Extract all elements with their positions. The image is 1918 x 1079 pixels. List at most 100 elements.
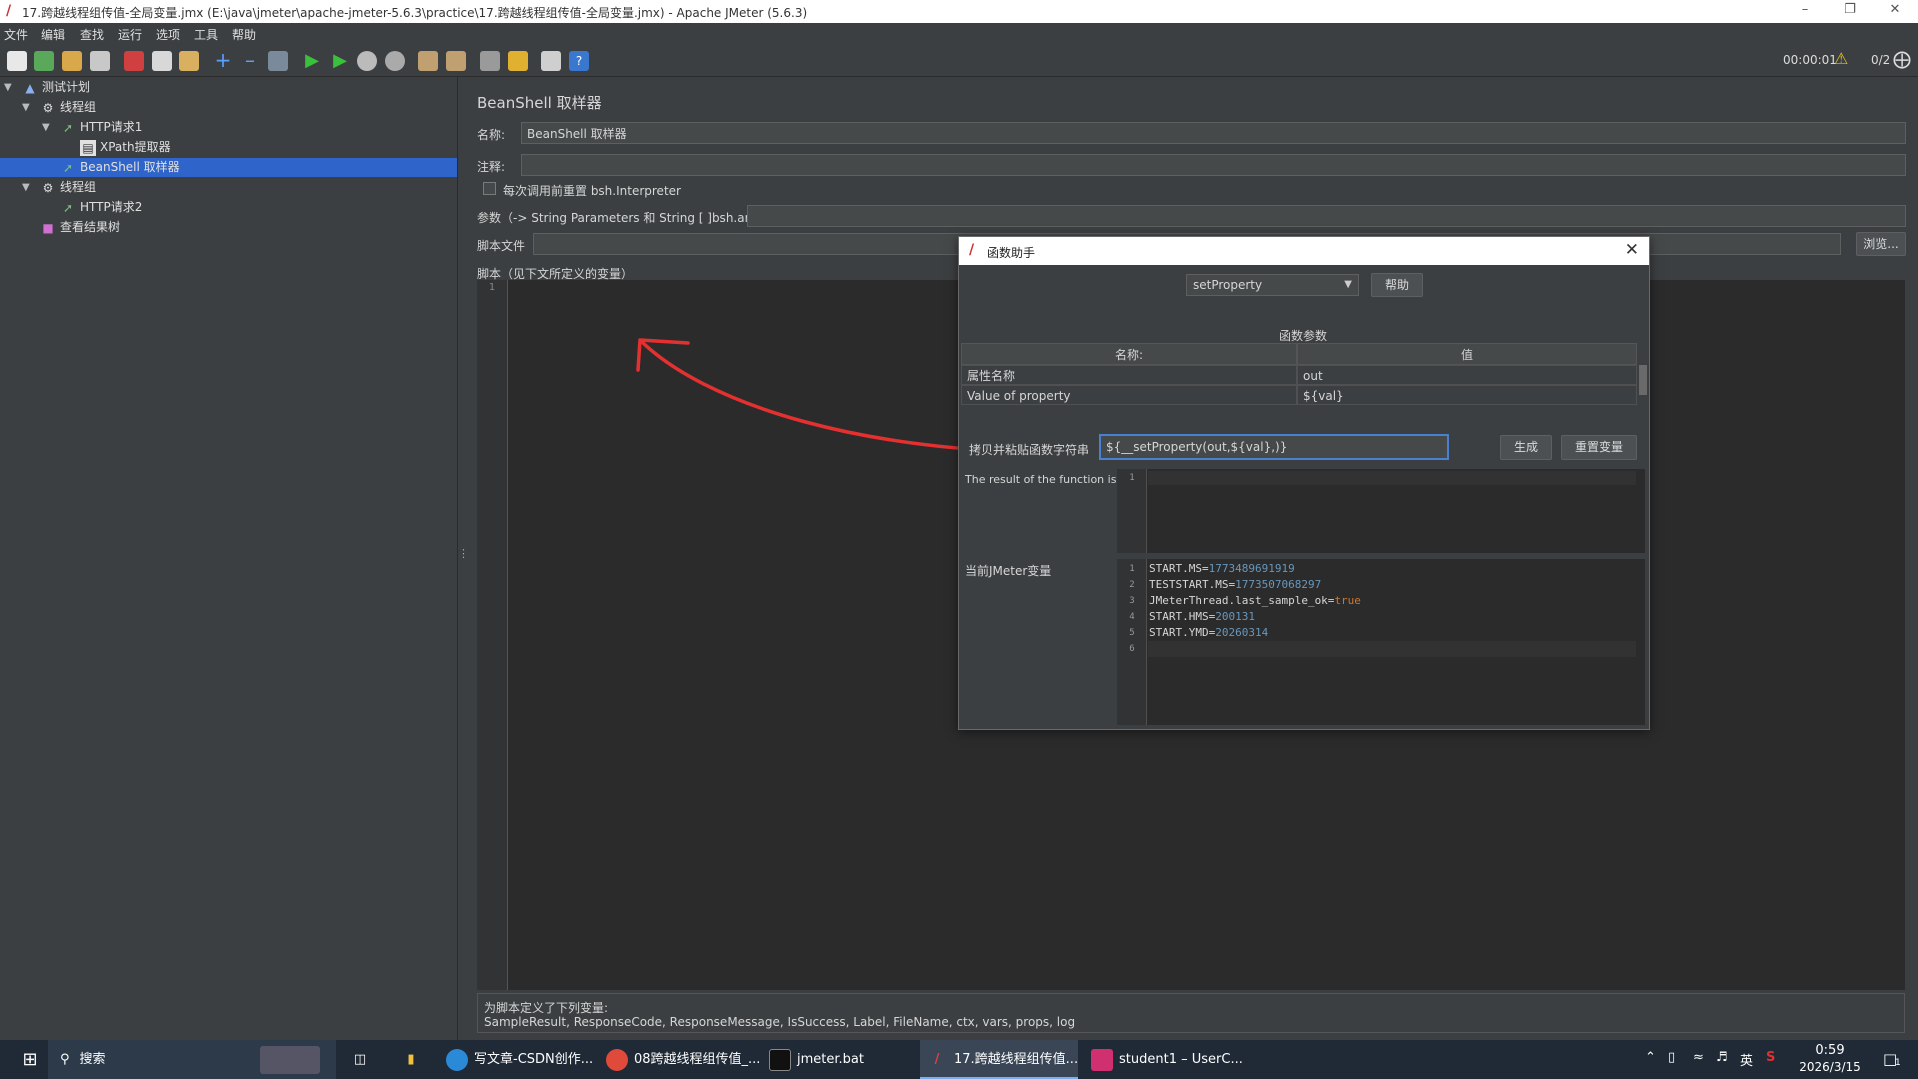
tree-item-test-plan[interactable]: ▲ 测试计划 xyxy=(22,78,90,97)
menu-tools[interactable]: 工具 xyxy=(194,26,218,43)
browse-button[interactable]: 浏览... xyxy=(1856,232,1906,256)
chevron-up-icon[interactable]: ⌃ xyxy=(1645,1050,1656,1065)
chevron-down-icon[interactable]: ▼ xyxy=(42,122,50,133)
split-pane-divider[interactable]: ⋮ xyxy=(457,77,469,1040)
file-explorer-icon[interactable]: ▮ xyxy=(398,1040,424,1079)
var-value: 1773507068297 xyxy=(1235,578,1322,591)
params-field[interactable] xyxy=(747,205,1906,227)
binoculars-icon[interactable] xyxy=(480,51,500,71)
function-helper-dialog: / 函数助手 ✕ setProperty ▼ 帮助 函数参数 名称: 值 属性名… xyxy=(958,236,1650,730)
help-icon[interactable]: ? xyxy=(569,51,589,71)
expand-icon[interactable]: + xyxy=(213,50,233,71)
save-icon[interactable] xyxy=(90,51,110,71)
start-icon[interactable]: ▶ xyxy=(302,51,322,71)
function-string-field[interactable]: ${__setProperty(out,${val},)} xyxy=(1099,434,1449,460)
start-no-pause-icon[interactable]: ▶ xyxy=(330,51,350,71)
paste-icon[interactable] xyxy=(179,51,199,71)
var-key: START.YMD= xyxy=(1149,626,1216,639)
param-value-cell[interactable]: out xyxy=(1297,365,1637,385)
gear-icon: ⚙ xyxy=(42,100,54,115)
menu-file[interactable]: 文件 xyxy=(4,26,28,43)
warning-icon[interactable]: ⚠ xyxy=(1834,49,1848,68)
ime-indicator[interactable]: 英 xyxy=(1740,1050,1753,1069)
windows-start-icon[interactable]: ⊞ xyxy=(12,1040,48,1079)
clock-time[interactable]: 0:59 xyxy=(1795,1043,1865,1058)
sogou-icon[interactable]: S xyxy=(1766,1050,1775,1065)
tree-item-thread-group-1[interactable]: ⚙ 线程组 xyxy=(40,98,96,117)
close-window-button[interactable]: ✕ xyxy=(1880,2,1910,17)
wifi-icon[interactable]: ≈ xyxy=(1693,1050,1704,1065)
shutdown-icon[interactable] xyxy=(385,51,405,71)
open-icon[interactable] xyxy=(62,51,82,71)
terminal-icon xyxy=(769,1048,791,1071)
tree-item-http-request-1[interactable]: ➚ HTTP请求1 xyxy=(60,118,142,137)
chrome-icon xyxy=(606,1048,628,1071)
chevron-down-icon: ▼ xyxy=(1344,279,1352,290)
app-label: 08跨越线程组传值_... xyxy=(634,1052,761,1067)
menu-search[interactable]: 查找 xyxy=(80,26,104,43)
restore-button[interactable]: ❐ xyxy=(1835,2,1865,17)
taskbar-search[interactable]: ⚲ 搜索 xyxy=(48,1040,336,1079)
tree-item-thread-group-2[interactable]: ⚙ 线程组 xyxy=(40,178,96,197)
new-icon[interactable] xyxy=(7,51,27,71)
param-name-cell[interactable]: 属性名称 xyxy=(961,365,1297,385)
taskbar-app-intellij[interactable]: student1 – UserC... xyxy=(1085,1040,1243,1079)
var-value: 20260314 xyxy=(1215,626,1269,639)
minimize-button[interactable]: – xyxy=(1790,2,1820,17)
var-value: true xyxy=(1334,594,1361,607)
tree-item-beanshell-sampler[interactable]: ➚ BeanShell 取样器 xyxy=(0,158,457,177)
var-value: 200131 xyxy=(1215,610,1255,623)
clear-all-icon[interactable] xyxy=(446,51,466,71)
taskbar-app-edge[interactable]: 写文章-CSDN创作... xyxy=(440,1040,593,1079)
function-select[interactable]: setProperty ▼ xyxy=(1186,274,1359,296)
tree-item-results-tree[interactable]: ■ 查看结果树 xyxy=(40,218,120,237)
menu-options[interactable]: 选项 xyxy=(156,26,180,43)
tree-item-xpath-extractor[interactable]: ▤ XPath提取器 xyxy=(80,138,171,157)
col-header-name[interactable]: 名称: xyxy=(961,343,1297,365)
battery-icon[interactable]: ▯ xyxy=(1668,1050,1675,1065)
chevron-down-icon[interactable]: ▼ xyxy=(22,102,30,113)
reset-vars-button[interactable]: 重置变量 xyxy=(1561,435,1637,460)
menu-run[interactable]: 运行 xyxy=(118,26,142,43)
function-helper-icon[interactable] xyxy=(541,51,561,71)
test-plan-icon: ▲ xyxy=(25,80,35,95)
name-label: 名称: xyxy=(477,128,506,142)
table-scrollbar[interactable] xyxy=(1639,365,1647,395)
chevron-down-icon[interactable]: ▼ xyxy=(22,182,30,193)
menu-help[interactable]: 帮助 xyxy=(232,26,256,43)
name-field[interactable]: BeanShell 取样器 xyxy=(521,122,1906,144)
vars-heading: 为脚本定义了下列变量: xyxy=(484,1001,609,1015)
elapsed-timer: 00:00:01 xyxy=(1783,53,1837,67)
var-key: START.MS= xyxy=(1149,562,1209,575)
volume-icon[interactable]: ♬ xyxy=(1716,1050,1728,1065)
param-name-cell[interactable]: Value of property xyxy=(961,385,1297,405)
tree-item-http-request-2[interactable]: ➚ HTTP请求2 xyxy=(60,198,142,217)
help-button[interactable]: 帮助 xyxy=(1371,273,1423,297)
taskbar-app-jmeter[interactable]: / 17.跨越线程组传值... xyxy=(920,1040,1078,1079)
reset-search-icon[interactable] xyxy=(508,51,528,71)
comment-field[interactable] xyxy=(521,154,1906,176)
cut-icon[interactable] xyxy=(124,51,144,71)
task-view-icon[interactable]: ◫ xyxy=(348,1040,372,1079)
param-value-cell[interactable]: ${val} xyxy=(1297,385,1637,405)
stop-icon[interactable] xyxy=(357,51,377,71)
taskbar-app-chrome[interactable]: 08跨越线程组传值_... xyxy=(600,1040,760,1079)
col-header-value[interactable]: 值 xyxy=(1297,343,1637,365)
var-line: TESTSTART.MS=1773507068297 xyxy=(1149,578,1321,591)
templates-icon[interactable] xyxy=(34,51,54,71)
clock-date[interactable]: 2026/3/15 xyxy=(1793,1060,1867,1074)
chevron-down-icon[interactable]: ▼ xyxy=(4,82,12,93)
jmeter-vars-area[interactable]: 1 START.MS=1773489691919 2 TESTSTART.MS=… xyxy=(1117,559,1645,725)
close-icon[interactable]: ✕ xyxy=(1625,240,1639,260)
remote-icon[interactable]: ⨁ xyxy=(1893,49,1911,70)
clear-icon[interactable] xyxy=(418,51,438,71)
result-area[interactable]: 1 xyxy=(1117,469,1645,553)
menu-edit[interactable]: 编辑 xyxy=(41,26,65,43)
toggle-icon[interactable] xyxy=(268,51,288,71)
reset-interpreter-checkbox[interactable] xyxy=(483,182,496,195)
line-number: 1 xyxy=(1129,564,1135,574)
collapse-icon[interactable]: – xyxy=(240,50,260,71)
generate-button[interactable]: 生成 xyxy=(1500,435,1552,460)
taskbar-app-terminal[interactable]: jmeter.bat xyxy=(763,1040,913,1079)
copy-icon[interactable] xyxy=(152,51,172,71)
